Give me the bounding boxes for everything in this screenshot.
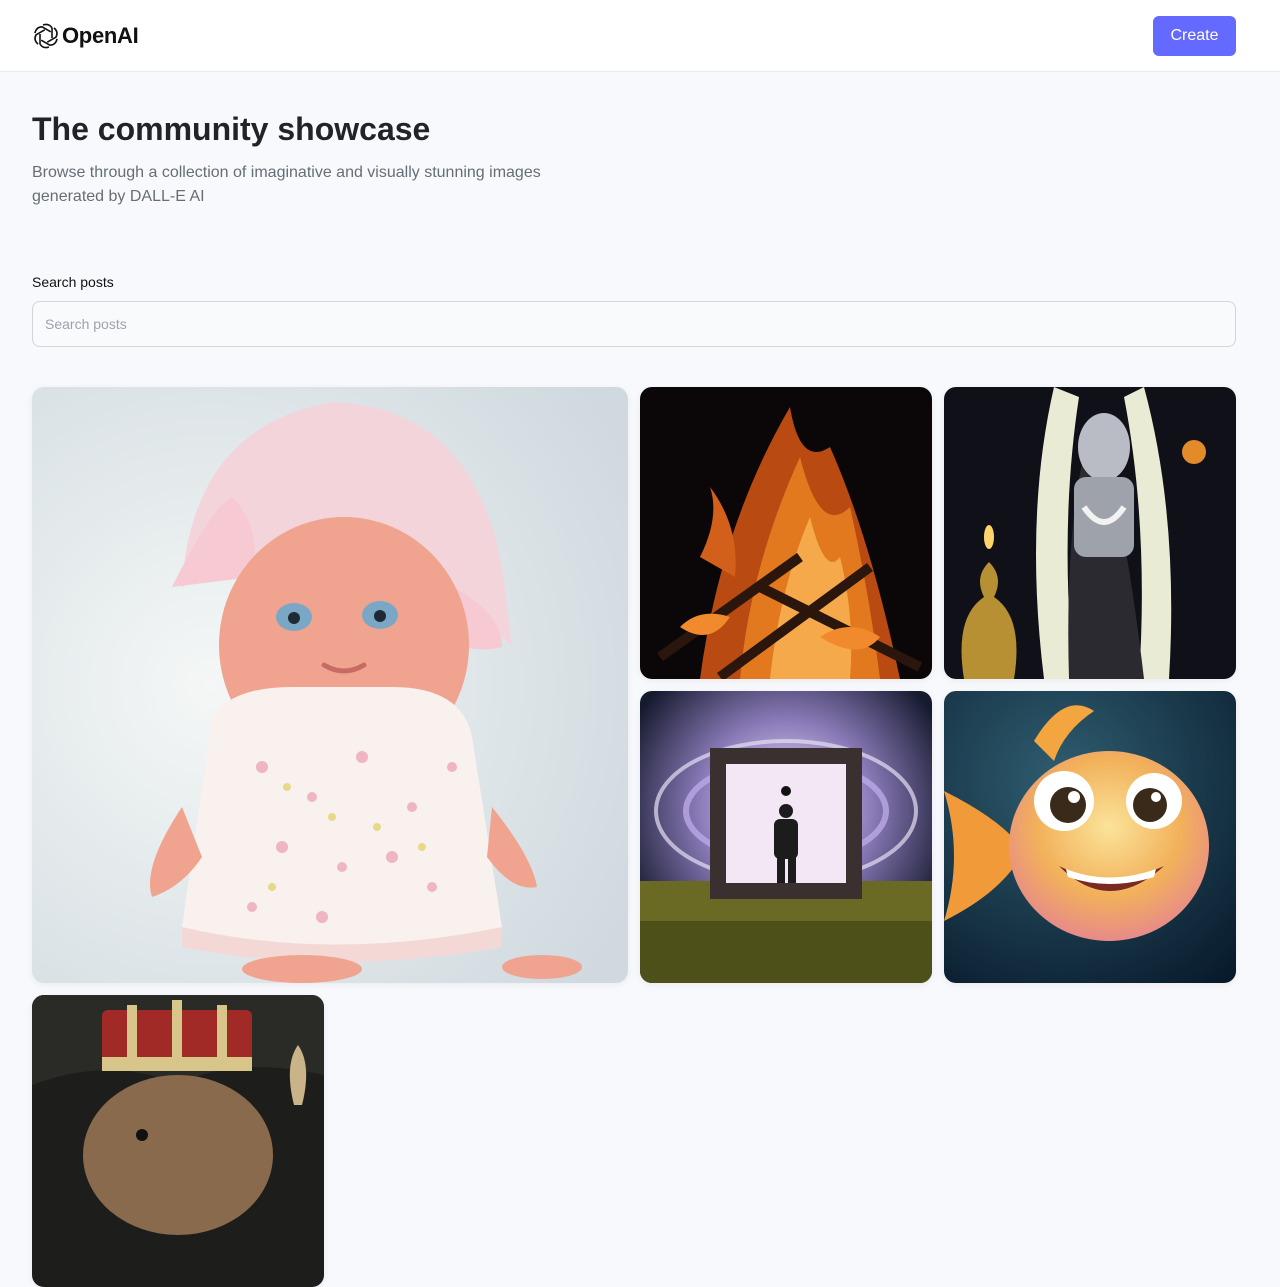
top-navbar: OpenAI Create [0, 0, 1280, 72]
logo-text: OpenAI [62, 23, 139, 48]
page-subtitle: Browse through a collection of imaginati… [32, 164, 541, 205]
create-button[interactable]: Create [1153, 16, 1236, 56]
gallery-card-fire[interactable] [640, 387, 932, 679]
page-title: The community showcase [32, 111, 431, 147]
deity-statue-image [944, 387, 1236, 679]
capybara-crown-image [32, 995, 324, 1287]
gallery-card-capybara[interactable] [32, 995, 324, 1287]
campfire-image [640, 387, 932, 679]
gallery-card-statue[interactable] [944, 387, 1236, 679]
portal-scene-image [640, 691, 932, 983]
gallery-card-portal[interactable] [640, 691, 932, 983]
gallery-card-doll[interactable] [32, 387, 628, 983]
openai-logo-icon [34, 23, 58, 49]
cartoon-fish-image [944, 691, 1236, 983]
logo-link[interactable]: OpenAI [32, 22, 139, 50]
search-label: Search posts [32, 274, 114, 290]
gallery-card-fish[interactable] [944, 691, 1236, 983]
search-input[interactable] [32, 301, 1236, 347]
baby-doll-image [32, 387, 628, 983]
